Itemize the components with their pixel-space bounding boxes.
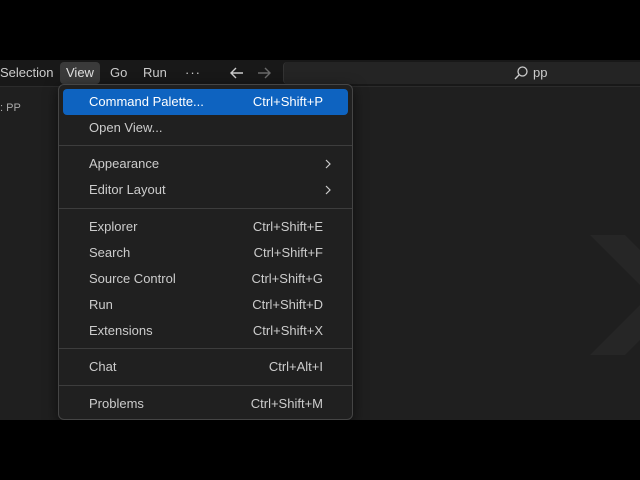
menu-item-editor-layout[interactable]: Editor Layout bbox=[63, 177, 348, 203]
menu-item-shortcut: Ctrl+Shift+P bbox=[252, 94, 323, 109]
menu-item-problems[interactable]: Problems Ctrl+Shift+M bbox=[63, 391, 348, 417]
menu-item-shortcut: Ctrl+Shift+M bbox=[250, 396, 323, 411]
arrow-right-icon bbox=[258, 67, 271, 79]
back-button[interactable] bbox=[227, 63, 247, 83]
menu-item-shortcut: Ctrl+Shift+G bbox=[251, 271, 323, 286]
menu-item-label: Chat bbox=[89, 359, 117, 374]
menu-item-label: Command Palette... bbox=[89, 94, 204, 109]
sidebar-title: : PP bbox=[0, 102, 21, 114]
command-center-search[interactable]: pp bbox=[283, 62, 640, 84]
menu-item-shortcut: Ctrl+Shift+E bbox=[252, 219, 323, 234]
menu-item-shortcut: Ctrl+Shift+F bbox=[253, 245, 323, 260]
chevron-right-icon bbox=[322, 158, 334, 170]
menu-item-label: Explorer bbox=[89, 219, 138, 234]
menu-separator bbox=[59, 385, 352, 386]
menu-selection[interactable]: Selection bbox=[0, 62, 59, 84]
menu-item-label: Open View... bbox=[89, 120, 163, 135]
menu-item-label: Search bbox=[89, 245, 131, 260]
forward-button[interactable] bbox=[254, 63, 274, 83]
menu-item-shortcut: Ctrl+Alt+I bbox=[268, 359, 323, 374]
menu-item-open-view[interactable]: Open View... bbox=[63, 115, 348, 141]
menu-item-label: Run bbox=[89, 297, 113, 312]
menu-go[interactable]: Go bbox=[104, 62, 133, 84]
menu-item-search[interactable]: Search Ctrl+Shift+F bbox=[63, 240, 348, 266]
title-bar: Selection View Go Run ··· pp bbox=[0, 60, 640, 87]
menu-item-source-control[interactable]: Source Control Ctrl+Shift+G bbox=[63, 266, 348, 292]
watermark-logo-icon bbox=[590, 235, 640, 355]
arrow-left-icon bbox=[230, 67, 243, 79]
menu-separator bbox=[59, 208, 352, 209]
menu-item-label: Problems bbox=[89, 396, 144, 411]
menu-item-label: Extensions bbox=[89, 323, 153, 338]
menu-item-label: Source Control bbox=[89, 271, 176, 286]
menu-item-label: Editor Layout bbox=[89, 182, 166, 197]
search-icon bbox=[514, 66, 528, 80]
view-menu-dropdown: Command Palette... Ctrl+Shift+P Open Vie… bbox=[58, 84, 353, 420]
menu-item-explorer[interactable]: Explorer Ctrl+Shift+E bbox=[63, 214, 348, 240]
menu-separator bbox=[59, 348, 352, 349]
menu-item-shortcut: Ctrl+Shift+D bbox=[252, 297, 323, 312]
menu-run[interactable]: Run bbox=[137, 62, 173, 84]
menu-item-shortcut: Ctrl+Shift+X bbox=[252, 323, 323, 338]
menu-item-command-palette[interactable]: Command Palette... Ctrl+Shift+P bbox=[63, 89, 348, 115]
menu-item-appearance[interactable]: Appearance bbox=[63, 151, 348, 177]
menu-separator bbox=[59, 145, 352, 146]
menu-more-button[interactable]: ··· bbox=[179, 62, 207, 84]
menu-item-run[interactable]: Run Ctrl+Shift+D bbox=[63, 292, 348, 318]
menu-item-chat[interactable]: Chat Ctrl+Alt+I bbox=[63, 354, 348, 380]
letterbox-bottom bbox=[0, 420, 640, 480]
letterbox-top bbox=[0, 0, 640, 60]
search-text: pp bbox=[533, 65, 548, 80]
chevron-right-icon bbox=[322, 184, 334, 196]
menu-item-label: Appearance bbox=[89, 156, 160, 171]
menu-item-extensions[interactable]: Extensions Ctrl+Shift+X bbox=[63, 318, 348, 344]
menu-view[interactable]: View bbox=[60, 62, 100, 84]
